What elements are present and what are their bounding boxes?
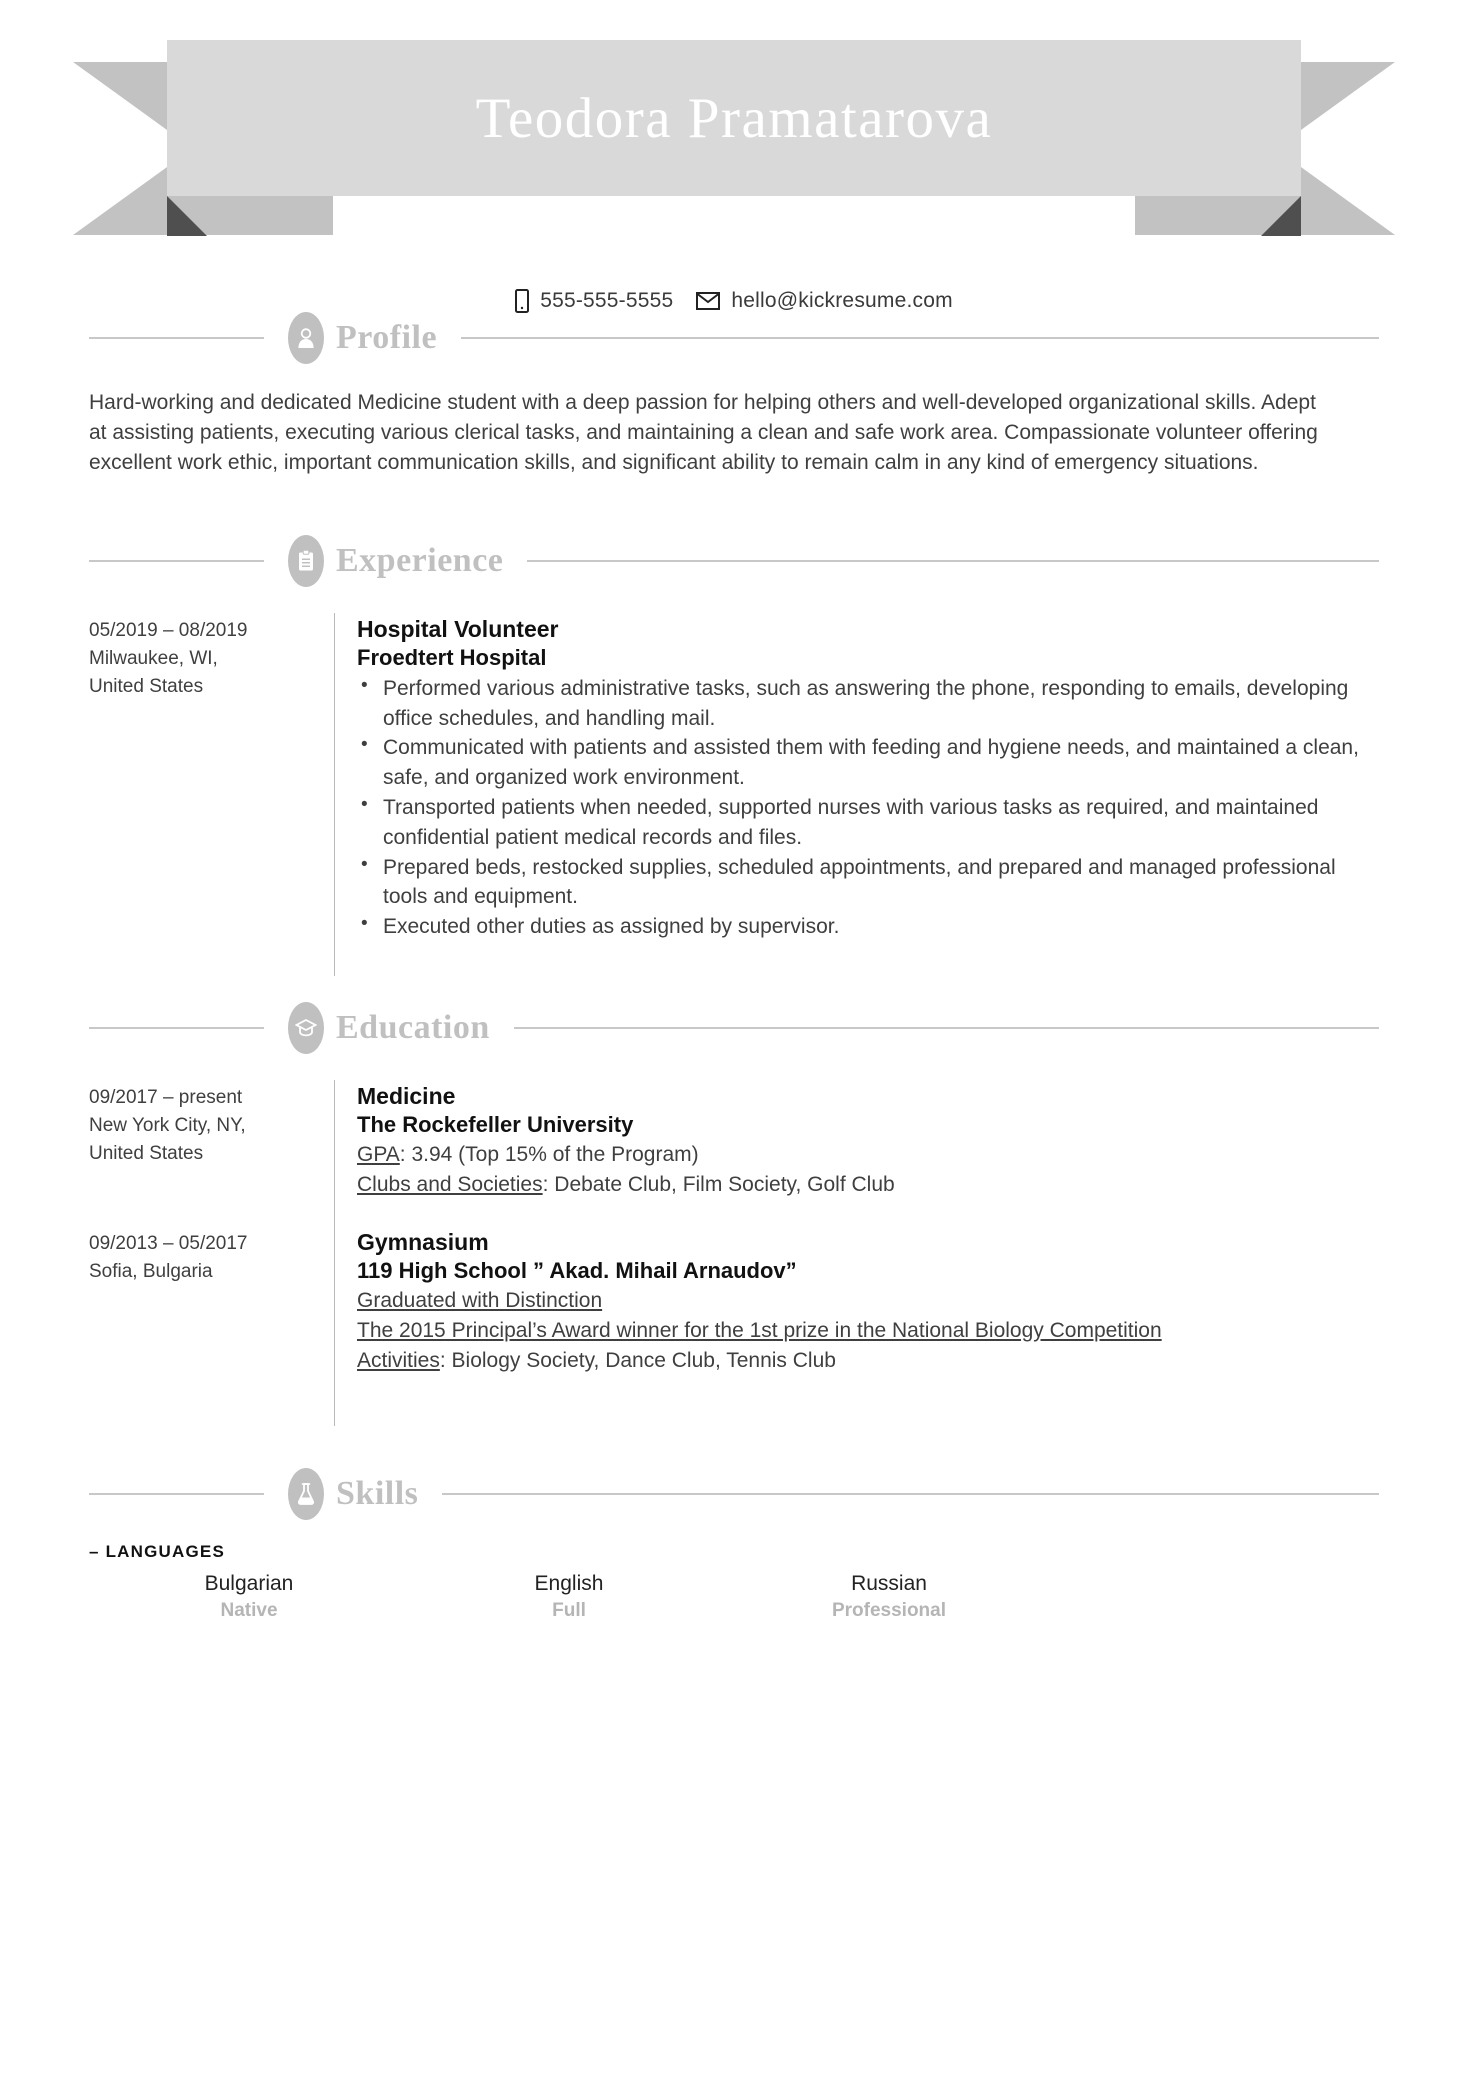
education-entry-meta: 09/2017 – present New York City, NY, Uni… bbox=[89, 1080, 334, 1226]
resume-page: Teodora Pramatarova 555-555-5555 hello@k… bbox=[0, 0, 1468, 2077]
rule-right bbox=[527, 560, 1379, 563]
list-item: Prepared beds, restocked supplies, sched… bbox=[357, 852, 1379, 913]
candidate-name: Teodora Pramatarova bbox=[475, 86, 993, 150]
education-organization: 119 High School ” Akad. Mihail Arnaudov” bbox=[357, 1257, 797, 1283]
list-item: Transported patients when needed, suppor… bbox=[357, 792, 1379, 853]
rule-right bbox=[513, 1027, 1379, 1029]
experience-entry-body: Hospital Volunteer Froedtert Hospital Pe… bbox=[357, 613, 1379, 976]
languages-grid: Bulgarian Native English Full Russian Pr… bbox=[89, 1570, 1379, 1625]
education-detail-label: The 2015 Principal’s Award winner for th… bbox=[357, 1318, 1162, 1342]
ribbon-center-banner: Teodora Pramatarova bbox=[167, 40, 1301, 196]
education-location-line2: United States bbox=[89, 1142, 204, 1164]
education-entry: 09/2017 – present New York City, NY, Uni… bbox=[89, 1080, 1379, 1226]
education-section: 09/2017 – present New York City, NY, Uni… bbox=[89, 1080, 1379, 1426]
languages-label: – LANGUAGES bbox=[89, 1541, 225, 1561]
list-item: Communicated with patients and assisted … bbox=[357, 732, 1379, 793]
language-item: Russian Professional bbox=[729, 1570, 1049, 1625]
education-entry-body: Gymnasium 119 High School ” Akad. Mihail… bbox=[357, 1226, 1379, 1426]
education-location-line1: New York City, NY, bbox=[89, 1114, 246, 1136]
education-detail: Graduated with Distinction bbox=[357, 1286, 1379, 1316]
header-ribbon: Teodora Pramatarova bbox=[0, 0, 1468, 250]
education-organization: The Rockefeller University bbox=[357, 1111, 634, 1137]
rule-right bbox=[461, 337, 1379, 339]
education-dates: 09/2017 – present bbox=[89, 1087, 243, 1108]
envelope-icon bbox=[696, 292, 721, 310]
section-title-profile: Profile bbox=[336, 319, 438, 356]
experience-section: 05/2019 – 08/2019 Milwaukee, WI, United … bbox=[89, 613, 1379, 976]
section-header-skills: Skills bbox=[89, 1466, 1379, 1522]
education-entry-body: Medicine The Rockefeller University GPA:… bbox=[357, 1080, 1379, 1226]
language-name: Russian bbox=[851, 1571, 927, 1595]
education-detail-label: Activities bbox=[357, 1348, 440, 1372]
education-detail-label: Graduated with Distinction bbox=[357, 1289, 603, 1313]
rule-left bbox=[89, 560, 264, 563]
education-location-line1: Sofia, Bulgaria bbox=[89, 1260, 213, 1282]
section-title-experience: Experience bbox=[336, 542, 504, 580]
person-icon bbox=[288, 312, 324, 364]
language-level: Full bbox=[552, 1599, 586, 1621]
education-detail: Clubs and Societies: Debate Club, Film S… bbox=[357, 1170, 1379, 1200]
list-item: Performed various administrative tasks, … bbox=[357, 673, 1379, 734]
experience-location-line1: Milwaukee, WI, bbox=[89, 648, 218, 670]
skills-section: – LANGUAGES Bulgarian Native English Ful… bbox=[89, 1542, 1379, 1625]
education-title: Gymnasium bbox=[357, 1228, 489, 1255]
section-title-education: Education bbox=[336, 1009, 490, 1046]
language-name: English bbox=[534, 1571, 604, 1595]
section-header-experience: Experience bbox=[89, 533, 1379, 589]
experience-location-line2: United States bbox=[89, 676, 204, 698]
education-entry: 09/2013 – 05/2017 Sofia, Bulgaria Gymnas… bbox=[89, 1225, 1379, 1426]
entry-divider bbox=[334, 613, 335, 976]
education-entry-meta: 09/2013 – 05/2017 Sofia, Bulgaria bbox=[89, 1226, 334, 1426]
education-detail-label: Clubs and Societies bbox=[357, 1173, 543, 1197]
experience-entry-meta: 05/2019 – 08/2019 Milwaukee, WI, United … bbox=[89, 613, 334, 976]
education-detail-sep: : bbox=[439, 1348, 452, 1372]
entry-divider bbox=[334, 1225, 335, 1426]
entry-divider bbox=[334, 1080, 335, 1226]
experience-title: Hospital Volunteer bbox=[357, 616, 559, 643]
education-detail-value: Debate Club, Film Society, Golf Club bbox=[554, 1173, 895, 1197]
experience-organization: Froedtert Hospital bbox=[357, 645, 547, 671]
education-detail: Activities: Biology Society, Dance Club,… bbox=[357, 1346, 1379, 1376]
rule-right bbox=[442, 1492, 1379, 1495]
education-dates: 09/2013 – 05/2017 bbox=[89, 1232, 248, 1254]
list-item: Executed other duties as assigned by sup… bbox=[357, 911, 1379, 942]
ribbon-fold-left bbox=[167, 196, 207, 236]
education-detail-sep: : bbox=[399, 1143, 412, 1167]
rule-left bbox=[89, 337, 264, 339]
education-detail: The 2015 Principal’s Award winner for th… bbox=[357, 1316, 1379, 1346]
education-detail-label: GPA bbox=[357, 1143, 400, 1167]
education-detail-value: Biology Society, Dance Club, Tennis Club bbox=[451, 1348, 836, 1372]
section-header-profile: Profile bbox=[89, 310, 1379, 366]
education-title: Medicine bbox=[357, 1083, 456, 1109]
experience-entry: 05/2019 – 08/2019 Milwaukee, WI, United … bbox=[89, 613, 1379, 976]
experience-dates: 05/2019 – 08/2019 bbox=[89, 620, 248, 642]
experience-bullet-list: Performed various administrative tasks, … bbox=[357, 673, 1379, 942]
language-level: Professional bbox=[831, 1599, 947, 1621]
ribbon-fold-right bbox=[1261, 196, 1301, 236]
section-title-skills: Skills bbox=[336, 1474, 419, 1512]
rule-left bbox=[89, 1492, 264, 1495]
language-item: Bulgarian Native bbox=[89, 1570, 409, 1625]
section-header-education: Education bbox=[89, 1000, 1379, 1056]
graduation-cap-icon bbox=[288, 1002, 324, 1054]
language-item: English Full bbox=[409, 1570, 729, 1625]
language-name: Bulgarian bbox=[204, 1571, 294, 1595]
clipboard-icon bbox=[288, 535, 324, 588]
profile-section: Hard-working and dedicated Medicine stud… bbox=[89, 388, 1379, 477]
profile-text: Hard-working and dedicated Medicine stud… bbox=[89, 391, 1318, 474]
rule-left bbox=[89, 1027, 264, 1029]
education-detail: GPA: 3.94 (Top 15% of the Program) bbox=[357, 1140, 1379, 1170]
education-detail-value: 3.94 (Top 15% of the Program) bbox=[411, 1143, 699, 1167]
education-detail-sep: : bbox=[542, 1173, 555, 1197]
flask-icon bbox=[288, 1467, 324, 1520]
language-level: Native bbox=[220, 1599, 278, 1621]
